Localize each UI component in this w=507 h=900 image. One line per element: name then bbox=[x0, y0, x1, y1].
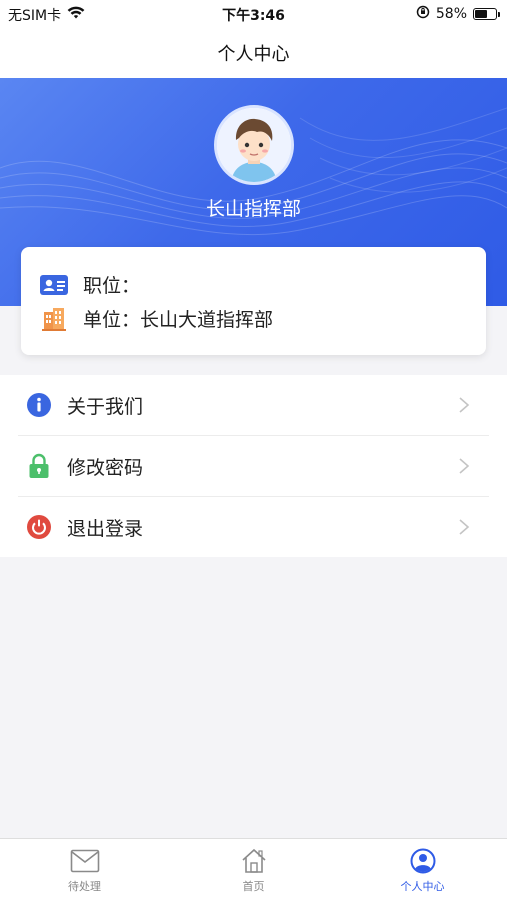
chevron-right-icon bbox=[457, 395, 471, 415]
unit-value: 长山大道指挥部 bbox=[140, 309, 274, 331]
rotation-lock-icon bbox=[416, 5, 430, 23]
avatar[interactable] bbox=[214, 105, 294, 185]
menu-list: 关于我们 修改密码 退出登录 bbox=[0, 375, 507, 557]
unit-label: 单位： bbox=[83, 309, 141, 331]
info-icon bbox=[26, 392, 52, 418]
tab-label-pending: 待处理 bbox=[68, 880, 101, 893]
profile-name: 长山指挥部 bbox=[205, 198, 301, 220]
position-row: 职位： bbox=[39, 271, 140, 298]
status-bar: 无SIM卡 下午3:46 58% bbox=[0, 0, 507, 28]
battery-fill bbox=[475, 10, 487, 18]
chevron-right-icon bbox=[457, 517, 471, 537]
lock-icon bbox=[26, 453, 52, 479]
menu-item-change-password[interactable]: 修改密码 bbox=[0, 436, 507, 496]
menu-item-about[interactable]: 关于我们 bbox=[0, 375, 507, 435]
position-label: 职位： bbox=[83, 275, 141, 297]
menu-label-logout: 退出登录 bbox=[67, 517, 144, 540]
mail-icon bbox=[70, 848, 100, 874]
menu-label-change-password: 修改密码 bbox=[67, 456, 144, 479]
id-card-icon bbox=[39, 273, 69, 297]
tab-pending[interactable]: 待处理 bbox=[0, 839, 169, 900]
battery-icon bbox=[473, 8, 500, 20]
status-right: 58% bbox=[416, 5, 500, 23]
power-icon bbox=[26, 514, 52, 540]
tab-label-home: 首页 bbox=[242, 880, 265, 893]
tab-label-profile: 个人中心 bbox=[400, 880, 445, 893]
avatar-illustration bbox=[217, 108, 291, 182]
home-icon bbox=[239, 848, 269, 874]
tab-profile[interactable]: 个人中心 bbox=[338, 839, 507, 900]
tab-bar: 待处理 首页 个人中心 bbox=[0, 838, 507, 900]
building-icon bbox=[39, 307, 69, 331]
menu-item-logout[interactable]: 退出登录 bbox=[0, 497, 507, 557]
info-card: 职位： 单位： 长山大道指挥部 bbox=[21, 247, 486, 355]
page-title: 个人中心 bbox=[217, 44, 290, 65]
battery-percent: 58% bbox=[435, 6, 467, 22]
unit-row: 单位： 长山大道指挥部 bbox=[39, 305, 273, 332]
nav-bar: 个人中心 bbox=[0, 28, 507, 78]
chevron-right-icon bbox=[457, 456, 471, 476]
menu-label-about: 关于我们 bbox=[67, 395, 144, 418]
tab-home[interactable]: 首页 bbox=[169, 839, 338, 900]
user-icon bbox=[408, 848, 438, 874]
